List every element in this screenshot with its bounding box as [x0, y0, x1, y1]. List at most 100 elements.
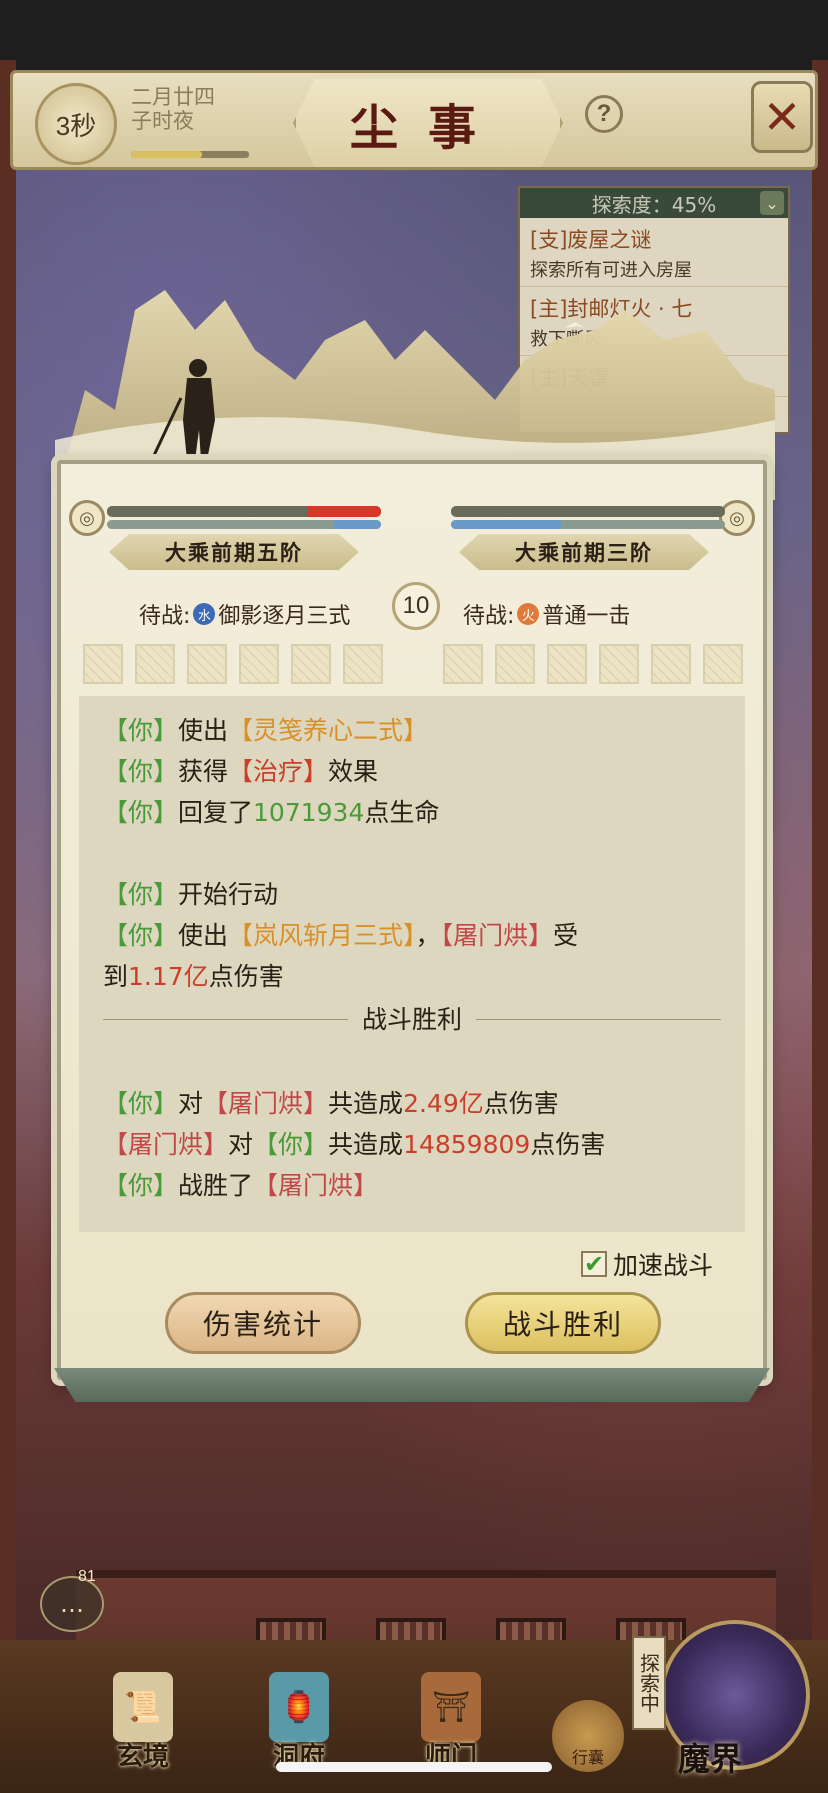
log-text: 效果: [328, 757, 379, 786]
log-spacer: [103, 1042, 721, 1083]
actor-you: 【你】: [103, 880, 179, 909]
enemy-hp-bar: [451, 506, 725, 517]
demon-realm-label: 魔界: [678, 1740, 743, 1778]
enemy-mp-bar: [451, 520, 725, 529]
skill-name: 【灵笺养心二式】: [228, 716, 429, 745]
log-line: 【你】获得【治疗】效果: [103, 751, 721, 792]
actor-enemy: 【屠门烘】: [253, 1171, 379, 1200]
log-text: 点伤害: [208, 962, 284, 991]
exploring-tag: 探索中: [632, 1636, 666, 1730]
log-text: 共造成: [328, 1130, 404, 1159]
enemy-rank: 大乘前期三阶: [459, 534, 709, 570]
collapse-toggle-button[interactable]: ⌄: [760, 191, 784, 215]
explore-progress-label: 探索度：45%: [591, 192, 717, 217]
speed-up-label: 加速战斗: [613, 1251, 714, 1280]
victory-divider: 战斗胜利: [103, 999, 722, 1040]
log-text: 回复了: [178, 798, 254, 827]
actor-enemy: 【屠门烘】: [103, 1130, 229, 1159]
actor-you: 【你】: [253, 1130, 329, 1159]
enemy-buff-slots: [443, 644, 743, 684]
pending-skill-name: 御影逐月三式: [218, 604, 351, 629]
chat-count-badge: 81: [78, 1568, 96, 1585]
game-date: 二月廿四 子时夜: [131, 85, 241, 133]
player-mp-bar: [107, 520, 381, 529]
log-line: 【你】使出【岚风斩月三式】，【屠门烘】受: [103, 915, 721, 956]
log-text: 点伤害: [530, 1130, 606, 1159]
log-line: 【你】使出【灵笺养心二式】: [103, 710, 721, 751]
damage-stats-button[interactable]: 伤害统计: [165, 1292, 361, 1354]
quest-item[interactable]: [主]封邮灯火 · 七 救下嘶风: [520, 287, 788, 356]
explore-panel: 探索度：45% ⌄ [支]废屋之谜 探索所有可进入房屋 [主]封邮灯火 · 七 …: [518, 186, 790, 434]
speed-up-toggle[interactable]: ✔ 加速战斗: [581, 1246, 713, 1282]
log-line: 【你】开始行动: [103, 874, 721, 915]
battle-result-panel: 大乘前期五阶 大乘前期三阶 ◎ ◎ 10 待战: 水 御影逐月三式 待战: 火 …: [57, 460, 767, 1380]
skill-name: 【岚风斩月三式】: [228, 921, 416, 950]
log-text: 开始行动: [178, 880, 279, 909]
home-indicator[interactable]: [276, 1762, 552, 1772]
actor-you: 【你】: [103, 921, 179, 950]
enemy-emblem-icon: ◎: [719, 500, 755, 536]
actor-you: 【你】: [103, 716, 179, 745]
lantern-icon: 🏮: [269, 1672, 329, 1742]
buff-slot: [239, 644, 279, 684]
buff-slot: [291, 644, 331, 684]
divider-line: [103, 1019, 348, 1020]
player-mp-fill: [334, 520, 381, 529]
left-pillar: [0, 60, 16, 1710]
log-spacer: [103, 833, 721, 874]
banner-icon: ⛩: [421, 1672, 481, 1742]
quest-title: [支]废屋之谜: [530, 228, 652, 252]
player-pending-skill: 待战: 水 御影逐月三式: [139, 598, 350, 630]
enemy-pending-skill: 待战: 火 普通一击: [463, 598, 630, 630]
date-time: 子时夜: [131, 109, 194, 133]
time-progress-bar: [131, 151, 249, 158]
player-buff-slots: [83, 644, 383, 684]
log-text: 对: [178, 1089, 204, 1118]
timer-badge: 3秒: [35, 83, 117, 165]
log-text: 共造成: [328, 1089, 404, 1118]
damage-amount: 1.17亿: [128, 962, 209, 991]
buff-slot: [443, 644, 483, 684]
divider-line: [476, 1019, 722, 1020]
battle-victory-button[interactable]: 战斗胜利: [465, 1292, 661, 1354]
buff-slot: [343, 644, 383, 684]
effect-name: 【治疗】: [228, 757, 329, 786]
close-button[interactable]: ✕: [751, 81, 813, 153]
close-icon: ✕: [762, 90, 802, 144]
date-day: 二月廿四: [131, 85, 215, 109]
buff-slot: [547, 644, 587, 684]
nav-item-xuanjing[interactable]: 📜 玄境: [88, 1672, 198, 1782]
summary-line: 【你】战胜了【屠门烘】: [103, 1165, 721, 1206]
nav-label: 玄境: [116, 1742, 169, 1772]
player-hp-bar: [107, 506, 381, 517]
chevron-down-icon: ⌄: [765, 193, 779, 213]
round-counter: 10: [392, 582, 440, 630]
buff-slot: [187, 644, 227, 684]
buff-slot: [135, 644, 175, 684]
checkbox-checked-icon[interactable]: ✔: [581, 1250, 607, 1278]
actor-you: 【你】: [103, 757, 179, 786]
actor-enemy: 【屠门烘】: [440, 921, 554, 950]
buff-slot: [599, 644, 639, 684]
buff-slot: [495, 644, 535, 684]
help-button[interactable]: ?: [585, 95, 623, 133]
quest-desc: 救下嘶风: [530, 329, 602, 350]
quest-item[interactable]: [支]废屋之谜 探索所有可进入房屋: [520, 218, 788, 287]
quest-item[interactable]: [主]天雷: [520, 356, 788, 397]
log-line: 【你】回复了1071934点生命: [103, 792, 721, 833]
bag-button[interactable]: 行囊: [552, 1700, 624, 1772]
quest-desc: 探索所有可进入房屋: [530, 260, 692, 281]
log-text: 战胜了: [178, 1171, 254, 1200]
player-emblem-icon: ◎: [69, 500, 105, 536]
pending-prefix: 待战:: [139, 604, 191, 629]
actor-enemy: 【屠门烘】: [203, 1089, 329, 1118]
log-text: 使出: [178, 921, 229, 950]
heal-amount: 1071934: [253, 798, 365, 827]
log-text: 点生命: [364, 798, 440, 827]
player-hp-fill: [307, 506, 381, 517]
right-pillar: [812, 60, 828, 1710]
battle-log: 【你】使出【灵笺养心二式】 【你】获得【治疗】效果 【你】回复了1071934点…: [79, 696, 745, 1232]
explore-progress: 探索度：45% ⌄: [520, 188, 788, 218]
scroll-icon: 📜: [113, 1672, 173, 1742]
damage-amount: 14859809: [403, 1130, 531, 1159]
